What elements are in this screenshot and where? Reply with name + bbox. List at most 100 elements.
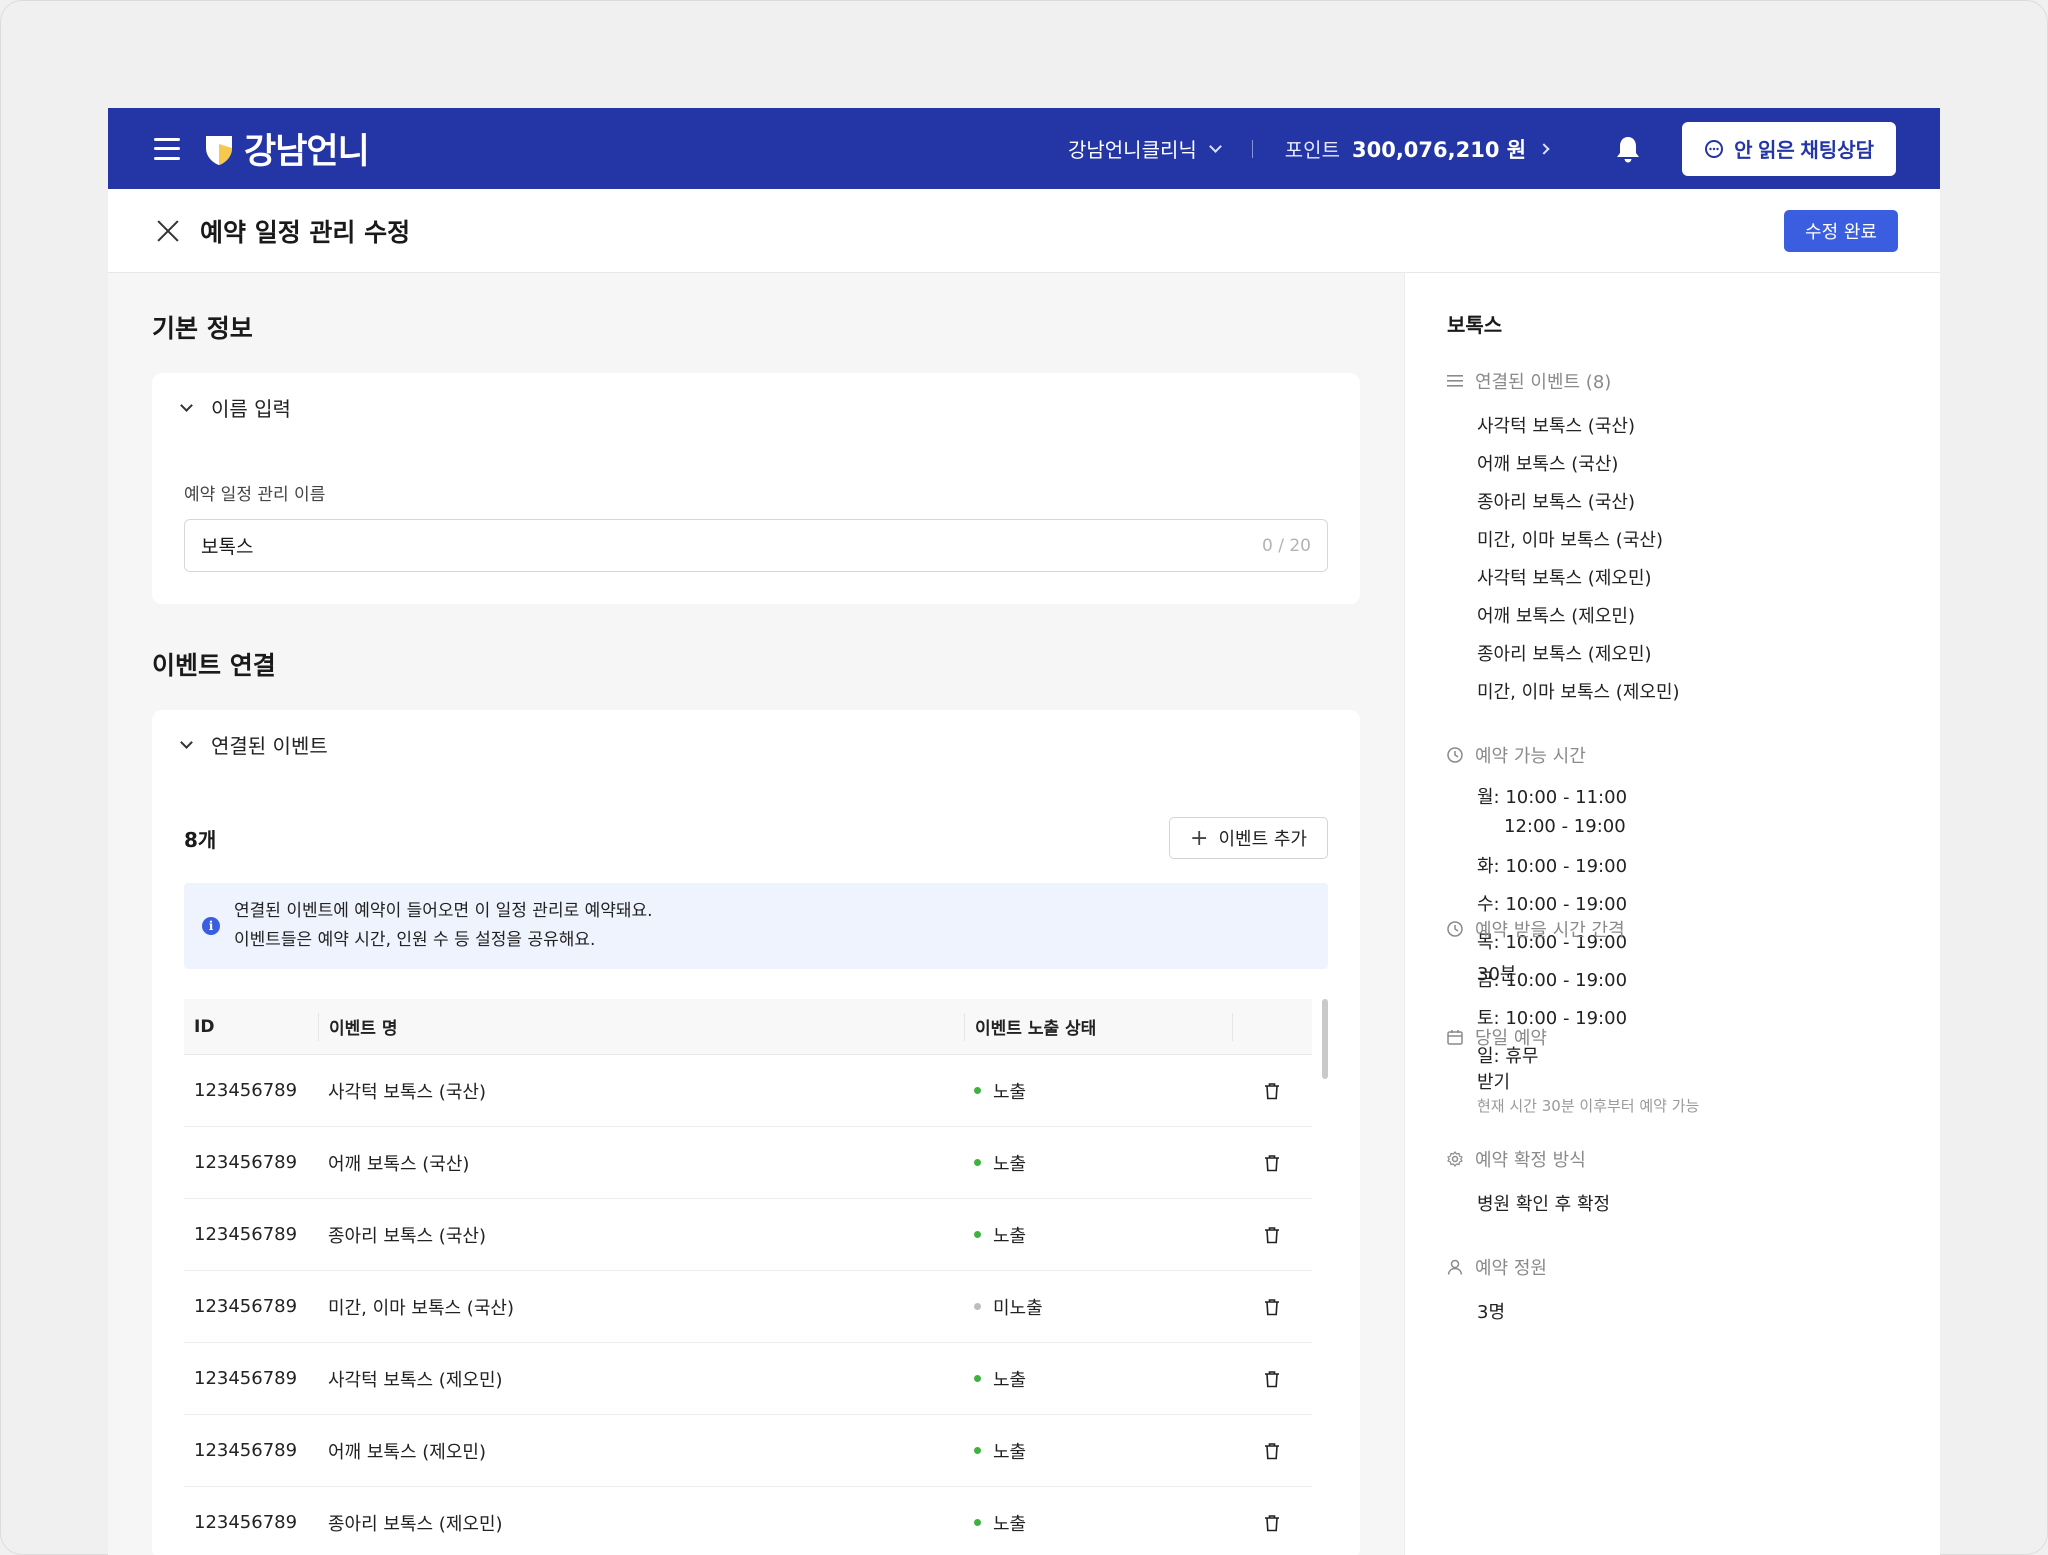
trash-icon[interactable] [1264,1298,1280,1316]
event-status: 노출 [993,1441,1027,1463]
table-scrollbar[interactable] [1322,999,1328,1079]
linked-event-item: 어깨 보톡스 (국산) [1477,454,1619,475]
status-dot [974,1447,981,1454]
event-status: 노출 [993,1513,1027,1535]
clock-icon [1447,921,1463,937]
hours-line: 화: 10:00 - 19:00 [1477,856,1628,877]
column-id: ID [194,1016,215,1037]
status-dot [974,1087,981,1094]
event-status: 노출 [993,1081,1027,1103]
unread-chat-button[interactable]: 안 읽은 채팅상담 [1682,121,1896,176]
event-name: 사각턱 보톡스 (국산) [328,1081,486,1103]
notice-line: 연결된 이벤트에 예약이 들어오면 이 일정 관리로 예약돼요. [234,901,653,921]
chat-button-label: 안 읽은 채팅상담 [1734,140,1874,162]
trash-icon[interactable] [1264,1370,1280,1388]
summary-title: 보톡스 [1447,313,1503,337]
trash-icon[interactable] [1264,1226,1280,1244]
event-name: 종아리 보톡스 (제오민) [328,1513,503,1535]
info-icon: i [202,917,220,935]
logo[interactable]: 강남언니 [204,123,370,174]
info-notice: i 연결된 이벤트에 예약이 들어오면 이 일정 관리로 예약돼요. 이벤트들은… [184,883,1328,969]
top-navigation-bar: 강남언니 강남언니클리닉 포인트 300,076,210 원 안 읽은 채팅상담 [108,108,1940,189]
notice-line: 이벤트들은 예약 시간, 인원 수 등 설정을 공유해요. [234,930,596,950]
capacity-label: 예약 정원 [1475,1258,1547,1279]
linked-event-item: 사각턱 보톡스 (제오민) [1477,568,1652,589]
event-status: 미노출 [993,1297,1043,1319]
linked-event-item: 어깨 보톡스 (제오민) [1477,606,1635,627]
logo-mark-icon [206,135,232,165]
chat-bubble-icon [1705,139,1724,158]
schedule-name-value: 보톡스 [201,536,254,558]
table-row: 123456789 종아리 보톡스 (국산) 노출 [184,1199,1312,1271]
event-id: 123456789 [194,1512,298,1533]
event-name: 사각턱 보톡스 (제오민) [328,1369,503,1391]
linked-event-item: 종아리 보톡스 (국산) [1477,492,1635,513]
column-actions [1232,1012,1312,1041]
status-dot [974,1303,981,1310]
clinic-name: 강남언니클리닉 [1067,138,1197,162]
linked-events-card-title: 연결된 이벤트 [211,734,328,758]
chevron-down-icon [180,735,193,749]
bell-icon[interactable] [1616,135,1640,163]
app-window: 강남언니 강남언니클리닉 포인트 300,076,210 원 안 읽은 채팅상담… [108,108,1940,1555]
trash-icon[interactable] [1264,1082,1280,1100]
add-event-label: 이벤트 추가 [1218,829,1307,850]
event-name: 어깨 보톡스 (제오민) [328,1441,486,1463]
events-table: ID 이벤트 명 이벤트 노출 상태 123456789 사각턱 보톡스 (국산)… [184,999,1328,1555]
page-title: 예약 일정 관리 수정 [200,217,411,247]
hours-line: 12:00 - 19:00 [1504,816,1626,837]
list-icon [1447,375,1463,387]
name-input-toggle[interactable]: 이름 입력 [176,393,1328,422]
linked-event-item: 종아리 보톡스 (제오민) [1477,644,1652,665]
table-row: 123456789 미간, 이마 보톡스 (국산) 미노출 [184,1271,1312,1343]
clinic-selector[interactable]: 강남언니클리닉 [1067,134,1222,163]
confirm-method-value: 병원 확인 후 확정 [1477,1194,1611,1215]
column-status: 이벤트 노출 상태 [964,1012,1232,1041]
event-link-title: 이벤트 연결 [152,651,276,680]
status-dot [974,1159,981,1166]
event-name: 어깨 보톡스 (국산) [328,1153,470,1175]
column-name: 이벤트 명 [318,1012,964,1041]
points-label: 포인트 [1284,138,1340,162]
status-dot [974,1519,981,1526]
chevron-down-icon [1208,139,1222,153]
table-row: 123456789 사각턱 보톡스 (국산) 노출 [184,1055,1312,1127]
main-form: 기본 정보 이름 입력 예약 일정 관리 이름 보톡스 0 / 20 이벤트 연… [108,273,1404,1555]
points-link[interactable]: 포인트 300,076,210 원 [1284,134,1550,164]
event-id: 123456789 [194,1368,298,1389]
event-name: 미간, 이마 보톡스 (국산) [328,1297,514,1319]
confirm-method-label: 예약 확정 방식 [1475,1150,1586,1171]
logo-text: 강남언니 [244,132,370,172]
table-row: 123456789 종아리 보톡스 (제오민) 노출 [184,1487,1312,1555]
linked-events-card: 연결된 이벤트 8개 + 이벤트 추가 i 연결된 이벤트에 예약이 들어오면 … [152,710,1360,1555]
schedule-name-input[interactable]: 보톡스 0 / 20 [184,519,1328,572]
event-id: 123456789 [194,1296,298,1317]
points-value: 300,076,210 원 [1351,137,1527,162]
person-icon [1447,1259,1463,1275]
trash-icon[interactable] [1264,1442,1280,1460]
event-status: 노출 [993,1153,1027,1175]
event-name: 종아리 보톡스 (국산) [328,1225,486,1247]
chevron-right-icon [1538,142,1550,155]
event-id: 123456789 [194,1152,298,1173]
event-status: 노출 [993,1225,1027,1247]
status-dot [974,1375,981,1382]
interval-label: 예약 받을 시간 간격 [1475,920,1625,941]
event-status: 노출 [993,1369,1027,1391]
status-dot [974,1231,981,1238]
trash-icon[interactable] [1264,1154,1280,1172]
capacity-value: 3명 [1477,1302,1506,1323]
trash-icon[interactable] [1264,1514,1280,1532]
linked-event-item: 미간, 이마 보톡스 (국산) [1477,530,1663,551]
name-input-card: 이름 입력 예약 일정 관리 이름 보톡스 0 / 20 [152,373,1360,604]
save-done-button[interactable]: 수정 완료 [1784,209,1898,252]
divider [1251,139,1253,158]
close-icon[interactable] [156,219,180,243]
menu-icon[interactable] [154,137,180,160]
add-event-button[interactable]: + 이벤트 추가 [1169,817,1328,859]
hours-line: 월: 10:00 - 11:00 [1477,787,1628,808]
event-count: 8개 [184,827,217,852]
linked-events-toggle[interactable]: 연결된 이벤트 [176,730,1328,759]
linked-events-label: 연결된 이벤트 (8) [1475,372,1612,393]
linked-events-list: 사각턱 보톡스 (국산) 어깨 보톡스 (국산) 종아리 보톡스 (국산) 미간, 이… [1447,408,1940,712]
